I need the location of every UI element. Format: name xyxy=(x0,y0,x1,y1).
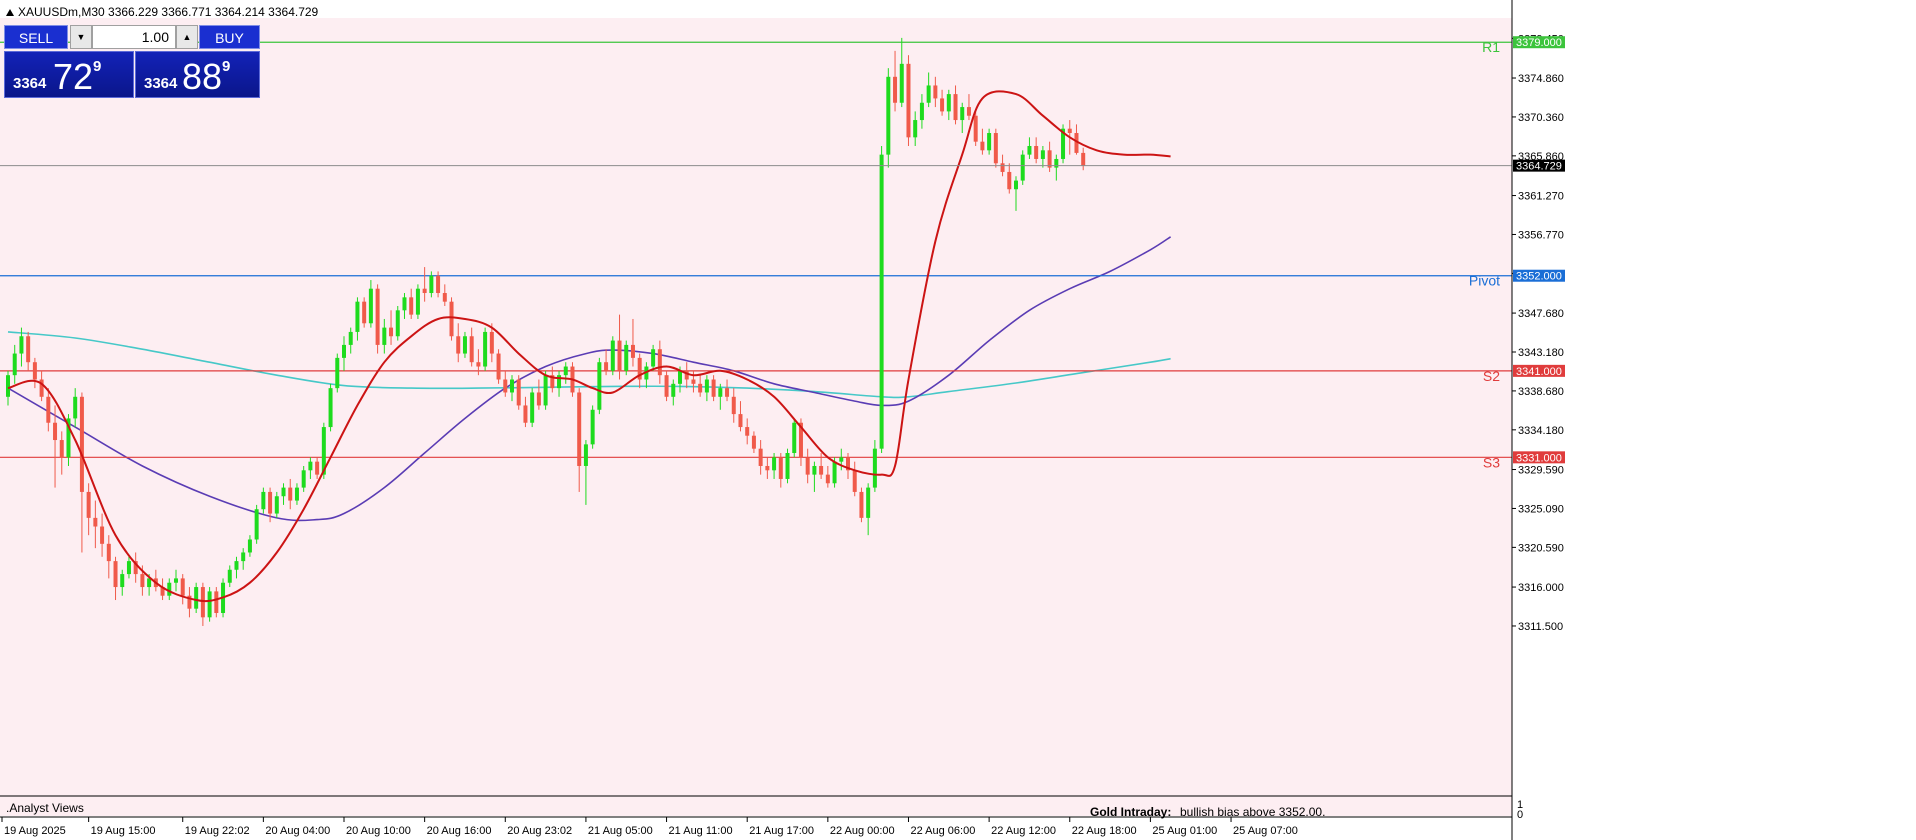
x-tick-label: 19 Aug 22:02 xyxy=(185,825,250,837)
x-tick-label: 19 Aug 2025 xyxy=(4,825,66,837)
candle xyxy=(610,336,615,376)
candle xyxy=(530,388,535,428)
x-tick-label: 21 Aug 05:00 xyxy=(588,825,653,837)
candle xyxy=(207,587,212,622)
lot-size-input[interactable] xyxy=(92,25,176,49)
y-tick-label: 3356.770 xyxy=(1518,229,1564,241)
level-price-label: 3331.000 xyxy=(1516,452,1562,464)
sell-button[interactable]: SELL xyxy=(4,25,68,49)
candle xyxy=(664,370,669,402)
chevron-up-icon: ▲ xyxy=(182,32,192,42)
analyst-note-label: Gold Intraday: xyxy=(1090,805,1171,819)
sell-price-quote[interactable]: 3364 72 9 xyxy=(4,51,134,98)
x-tick-label: 22 Aug 06:00 xyxy=(910,825,975,837)
plot-lower-area xyxy=(0,647,1512,795)
buy-price-quote[interactable]: 3364 88 9 xyxy=(135,51,260,98)
x-tick-label: 21 Aug 17:00 xyxy=(749,825,814,837)
x-tick-label: 19 Aug 15:00 xyxy=(91,825,156,837)
y-tick-label: 3320.590 xyxy=(1518,542,1564,554)
x-tick-label: 21 Aug 11:00 xyxy=(669,825,733,837)
indicator-name: .Analyst Views xyxy=(6,801,84,815)
y-tick-label: 3311.500 xyxy=(1518,621,1563,633)
y-tick-label: 3338.680 xyxy=(1518,386,1564,398)
lot-increase-button[interactable]: ▲ xyxy=(176,25,198,49)
symbol-info: XAUUSDm,M30 3366.229 3366.771 3364.214 3… xyxy=(18,5,319,19)
candle xyxy=(395,305,400,341)
one-click-trading-panel: SELL ▼ ▲ BUY 3364 72 9 3364 88 9 xyxy=(4,25,260,98)
candle xyxy=(449,297,454,341)
sell-price-fraction: 9 xyxy=(93,58,102,75)
indicator-scale-bottom: 0 xyxy=(1517,809,1523,821)
x-tick-label: 22 Aug 00:00 xyxy=(830,825,895,837)
x-tick-label: 22 Aug 18:00 xyxy=(1072,825,1137,837)
candle xyxy=(879,145,884,454)
sell-price-prefix: 3364 xyxy=(13,75,47,92)
level-label-s3: S3 xyxy=(1483,454,1500,470)
analyst-note-text: bullish bias above 3352.00. xyxy=(1180,805,1325,819)
level-price-label: 3352.000 xyxy=(1516,271,1562,283)
x-tick-label: 20 Aug 10:00 xyxy=(346,825,411,837)
candle xyxy=(328,383,333,432)
level-label-r1: R1 xyxy=(1482,39,1500,55)
candle xyxy=(516,375,521,410)
buy-button[interactable]: BUY xyxy=(199,25,260,49)
lot-decrease-button[interactable]: ▼ xyxy=(70,25,92,49)
candle xyxy=(597,357,602,415)
candle xyxy=(906,55,911,146)
y-tick-label: 3370.360 xyxy=(1518,112,1564,124)
y-tick-label: 3316.000 xyxy=(1518,582,1564,594)
y-tick-label: 3329.590 xyxy=(1518,465,1564,477)
y-tick-label: 3334.180 xyxy=(1518,425,1564,437)
candle xyxy=(214,587,219,618)
candle xyxy=(415,284,420,319)
x-tick-label: 25 Aug 01:00 xyxy=(1152,825,1217,837)
y-tick-label: 3347.680 xyxy=(1518,308,1564,320)
candle xyxy=(859,487,864,523)
chevron-down-icon: ▼ xyxy=(76,32,86,42)
x-tick-label: 25 Aug 07:00 xyxy=(1233,825,1298,837)
candle xyxy=(792,418,797,458)
level-label-s2: S2 xyxy=(1483,368,1500,384)
candle xyxy=(1020,150,1025,185)
current-price-label: 3364.729 xyxy=(1516,161,1562,173)
candle xyxy=(785,448,790,484)
buy-price-main: 88 xyxy=(182,56,223,97)
candle xyxy=(375,284,380,354)
x-tick-label: 20 Aug 16:00 xyxy=(427,825,492,837)
candle xyxy=(496,349,501,384)
candle xyxy=(335,353,340,393)
candle xyxy=(590,405,595,449)
y-tick-label: 3374.860 xyxy=(1518,73,1564,85)
sell-price-main: 72 xyxy=(53,56,94,97)
buy-price-fraction: 9 xyxy=(222,58,231,75)
level-price-label: 3341.000 xyxy=(1516,366,1562,378)
x-tick-label: 20 Aug 04:00 xyxy=(265,825,330,837)
candle xyxy=(254,504,259,544)
x-tick-label: 20 Aug 23:02 xyxy=(507,825,572,837)
chart-window[interactable]: R1PivotS2S3 3379.4503374.8603370.3603365… xyxy=(0,0,1916,840)
level-label-pivot: Pivot xyxy=(1469,273,1500,289)
level-price-label: 3379.000 xyxy=(1516,37,1562,49)
y-tick-label: 3361.270 xyxy=(1518,191,1564,203)
candle xyxy=(886,68,891,168)
candle xyxy=(194,582,199,614)
candle xyxy=(483,327,488,371)
price-chart[interactable]: R1PivotS2S3 3379.4503374.8603370.3603365… xyxy=(0,0,1916,840)
candle xyxy=(993,128,998,168)
buy-price-prefix: 3364 xyxy=(144,75,178,92)
candle xyxy=(362,297,367,328)
y-tick-label: 3343.180 xyxy=(1518,347,1564,359)
y-tick-label: 3325.090 xyxy=(1518,503,1564,515)
candle xyxy=(624,340,629,376)
x-tick-label: 22 Aug 12:00 xyxy=(991,825,1056,837)
